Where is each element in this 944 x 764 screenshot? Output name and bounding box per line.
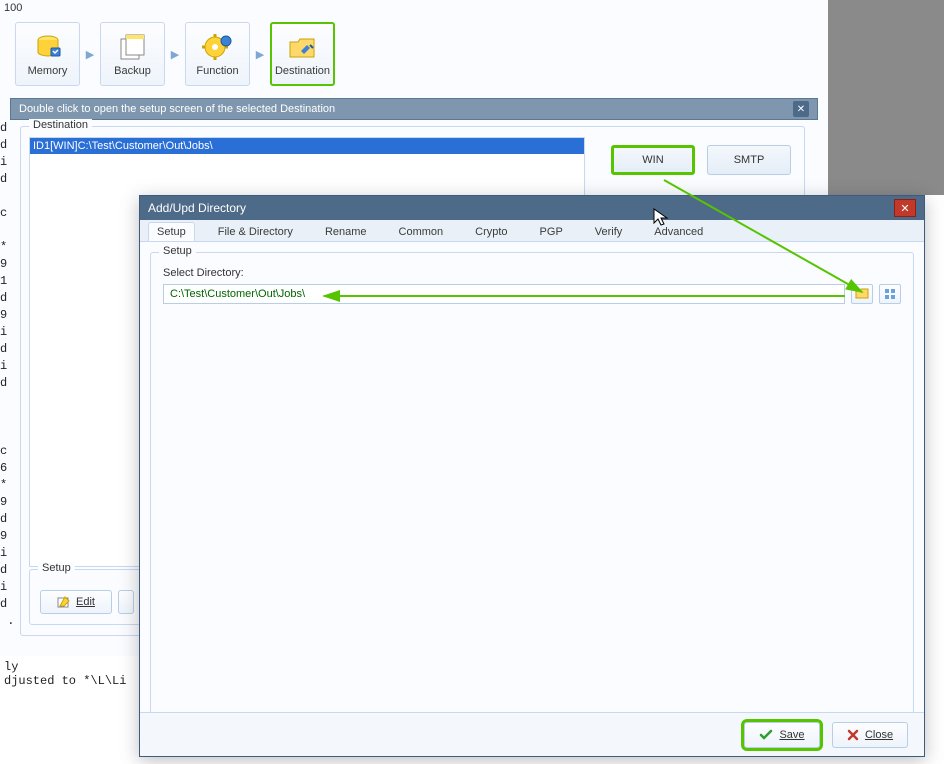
toolbar-memory-label: Memory [28, 65, 68, 77]
info-banner: Double click to open the setup screen of… [10, 98, 818, 120]
grid-icon [884, 288, 896, 300]
tab-file-directory[interactable]: File & Directory [209, 222, 302, 241]
close-icon [847, 729, 859, 741]
tab-common[interactable]: Common [390, 222, 453, 241]
edit-icon [57, 595, 71, 609]
toolbar-function[interactable]: Function [185, 22, 250, 86]
directory-path-input[interactable] [163, 284, 845, 304]
type-win-button[interactable]: WIN [611, 145, 695, 175]
save-button[interactable]: Save [744, 722, 820, 748]
setup-legend: Setup [38, 562, 75, 574]
tab-rename[interactable]: Rename [316, 222, 376, 241]
dialog-close-button[interactable]: ✕ [894, 199, 916, 217]
background-strip [828, 0, 944, 195]
browse-folder-button[interactable] [851, 284, 873, 304]
chevron-right-icon: ▶ [165, 48, 185, 61]
toolbar-memory[interactable]: Memory [15, 22, 80, 86]
setup-panel: Setup Select Directory: [150, 252, 914, 720]
path-row [163, 283, 901, 305]
memory-icon [31, 32, 65, 62]
toolbar-function-label: Function [196, 65, 238, 77]
destination-row[interactable]: ID1[WIN]C:\Test\Customer\Out\Jobs\ [30, 138, 584, 154]
tab-setup[interactable]: Setup [148, 222, 195, 241]
toolbar-destination-label: Destination [275, 65, 330, 77]
destination-legend: Destination [29, 119, 92, 131]
destination-icon [286, 32, 320, 62]
select-directory-label: Select Directory: [163, 267, 244, 279]
check-icon [759, 728, 773, 742]
mouse-cursor-icon [653, 208, 669, 228]
workflow-toolbar: Memory ▶ Backup ▶ Function ▶ Destination [15, 20, 335, 88]
dialog-footer: Save Close [140, 712, 924, 756]
background-code-left: d d i d c * 9 1 d 9 i d i d c 6 * 9 d 9 … [0, 120, 18, 656]
tab-pgp[interactable]: PGP [531, 222, 572, 241]
grid-view-button[interactable] [879, 284, 901, 304]
toolbar-backup-label: Backup [114, 65, 151, 77]
backup-icon [116, 32, 150, 62]
dialog-tabs: Setup File & Directory Rename Common Cry… [140, 220, 924, 242]
dialog-titlebar[interactable]: Add/Upd Directory ✕ [140, 196, 924, 220]
info-banner-close[interactable]: ✕ [793, 101, 809, 117]
close-button[interactable]: Close [832, 722, 908, 748]
close-button-label: Close [865, 729, 893, 741]
chevron-right-icon: ▶ [80, 48, 100, 61]
destination-type-buttons: WIN SMTP [611, 145, 791, 175]
save-button-label: Save [779, 729, 804, 741]
tab-crypto[interactable]: Crypto [466, 222, 516, 241]
folder-open-icon [855, 288, 869, 300]
edit-button[interactable]: Edit [40, 590, 112, 614]
function-icon [201, 32, 235, 62]
setup-panel-legend: Setup [159, 245, 196, 257]
toolbar-backup[interactable]: Backup [100, 22, 165, 86]
toolbar-destination[interactable]: Destination [270, 22, 335, 86]
dialog-title-text: Add/Upd Directory [148, 201, 894, 215]
edit-button-label: Edit [76, 596, 95, 608]
add-upd-directory-dialog: Add/Upd Directory ✕ Setup File & Directo… [139, 195, 925, 757]
type-smtp-button[interactable]: SMTP [707, 145, 791, 175]
top-left-label: 100 [4, 2, 22, 14]
chevron-right-icon: ▶ [250, 48, 270, 61]
partial-button[interactable] [118, 590, 134, 614]
info-banner-text: Double click to open the setup screen of… [19, 103, 793, 115]
tab-verify[interactable]: Verify [586, 222, 632, 241]
